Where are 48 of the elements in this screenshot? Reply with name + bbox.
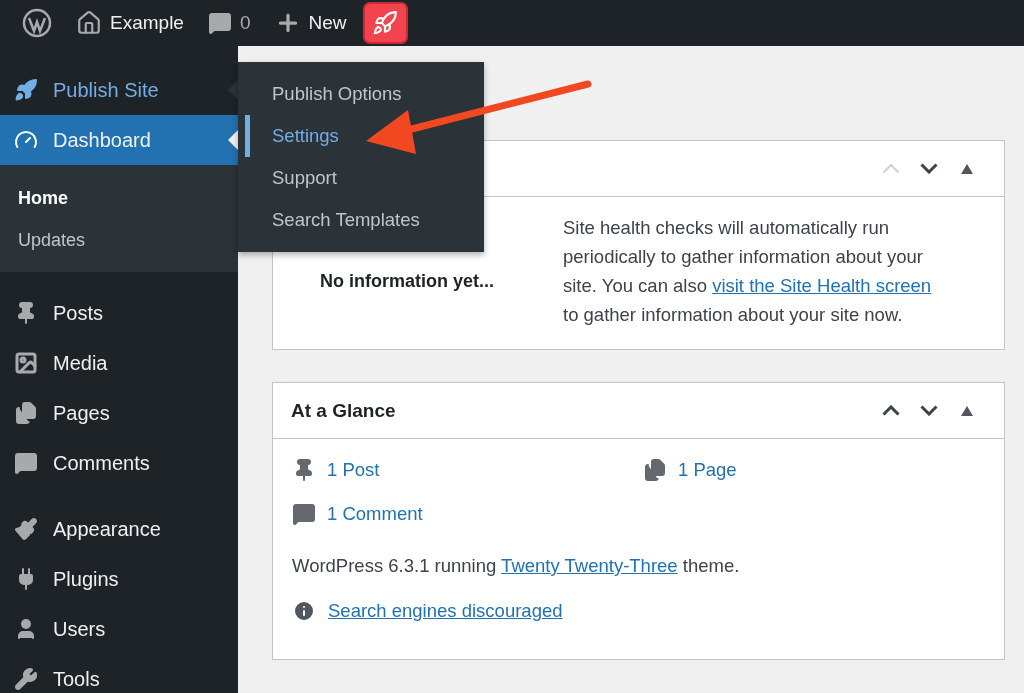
new-link[interactable]: New [262, 0, 359, 46]
notice-link[interactable]: Search engines discouraged [328, 600, 563, 622]
theme-link[interactable]: Twenty Twenty-Three [501, 555, 678, 576]
count-link[interactable]: 1 Post [292, 455, 643, 485]
image-icon [14, 351, 38, 375]
count-link[interactable]: 1 Page [643, 455, 985, 485]
triangle-icon [961, 163, 973, 174]
version-text: WordPress 6.3.1 running Twenty Twenty-Three theme. [292, 554, 741, 578]
count-link[interactable]: 1 Comment [292, 499, 643, 529]
pages-icon [643, 458, 667, 482]
rocket-icon [372, 10, 398, 36]
menu-item[interactable]: Plugins [0, 554, 238, 604]
submenu-item[interactable]: Updates [0, 219, 238, 261]
menu-item[interactable]: Dashboard [0, 115, 238, 165]
paintbrush-icon [14, 517, 38, 541]
speech-bubble-icon [14, 451, 38, 475]
menu-item[interactable]: Appearance [0, 504, 238, 554]
menu-item[interactable]: Tools [0, 654, 238, 693]
flyout-item[interactable]: Publish Options [245, 73, 484, 115]
flyout-item[interactable]: Support [245, 157, 484, 199]
description-text: Site health checks will automatically run periodically to gather information about your site. You can also visit the Site Health screen to gather information about your site now. [563, 216, 933, 327]
chevron-up-icon [882, 405, 900, 416]
widget-title: At a Glance [291, 399, 397, 422]
chevron-down-icon [920, 163, 938, 174]
menu-item[interactable]: Publish Site [0, 65, 238, 115]
wrench-icon [14, 667, 38, 691]
flyout-item[interactable]: Search Templates [245, 199, 484, 241]
site-health-link[interactable]: visit the Site Health screen [712, 275, 932, 296]
menu-item[interactable]: Comments [0, 438, 238, 488]
chevron-down-icon [920, 405, 938, 416]
speech-bubble-icon [292, 502, 316, 526]
rocket-icon [14, 78, 38, 102]
status-text: No information yet... [319, 269, 495, 292]
home-icon [76, 10, 102, 36]
pages-icon [14, 401, 38, 425]
menu-item[interactable]: Pages [0, 388, 238, 438]
site-name-link[interactable]: Example [64, 0, 196, 46]
chevron-up-icon [882, 163, 900, 174]
speech-bubble-icon [207, 11, 232, 35]
comments-link[interactable]: 0 [195, 0, 263, 46]
menu-item[interactable]: Users [0, 604, 238, 654]
rocket-button[interactable] [362, 2, 408, 44]
info-icon [292, 599, 316, 623]
menu-item[interactable]: Posts [0, 288, 238, 338]
menu-item[interactable]: Media [0, 338, 238, 388]
triangle-icon [961, 405, 973, 416]
submenu-item[interactable]: Home [0, 177, 238, 219]
logo-icon [22, 8, 52, 38]
